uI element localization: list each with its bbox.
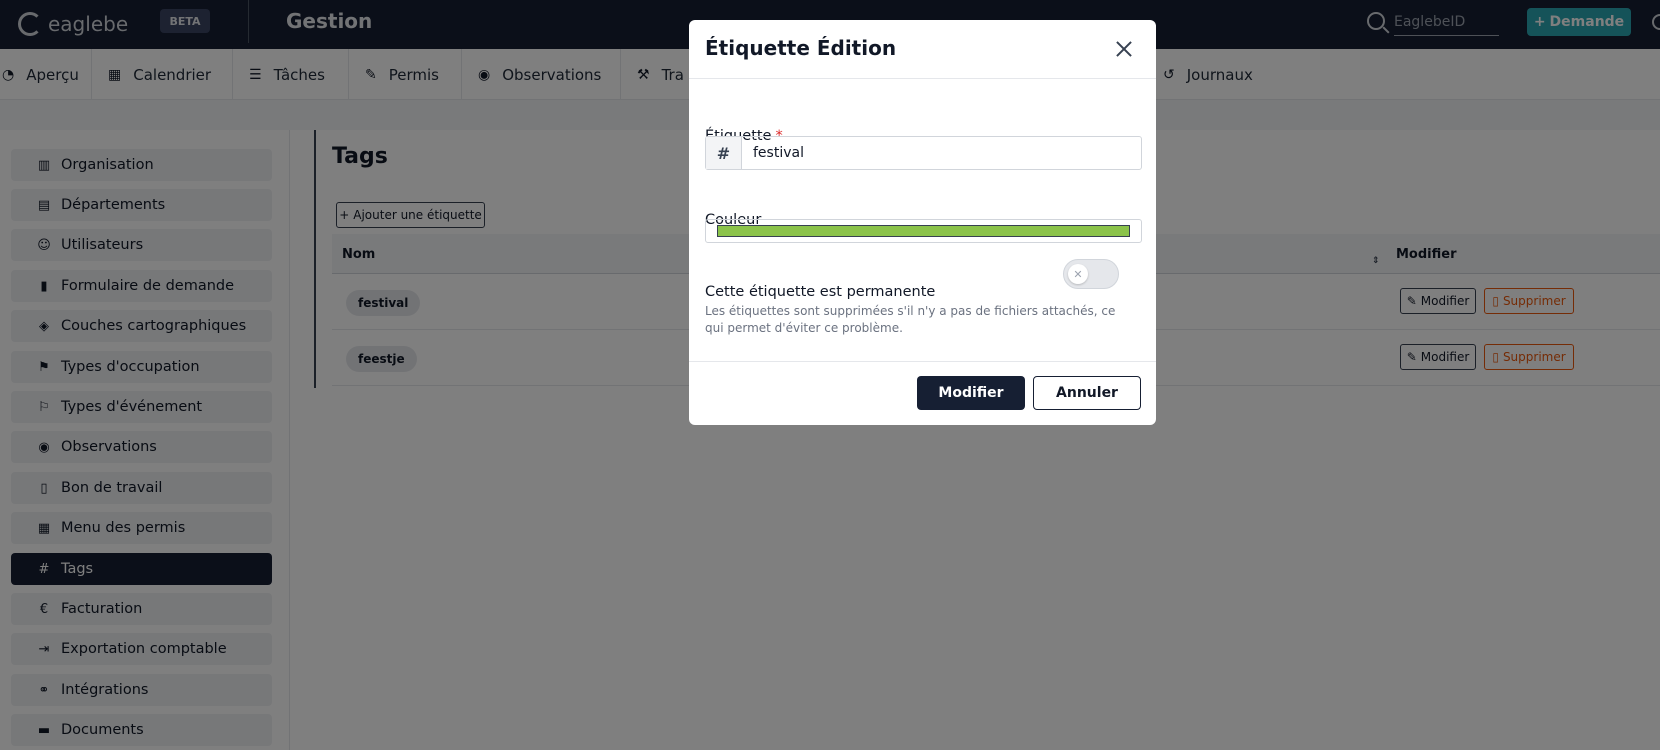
help-text: Les étiquettes sont supprimées s'il n'y …	[705, 304, 1116, 335]
tag-input-group: #	[705, 136, 1142, 170]
modal-title: Étiquette Édition	[705, 36, 897, 60]
hashtag-icon: #	[706, 137, 742, 169]
tag-name-input[interactable]	[742, 137, 1141, 169]
edit-tag-modal: Étiquette Édition Étiquette* # Couleur C…	[689, 20, 1156, 425]
cancel-button[interactable]: Annuler	[1033, 376, 1141, 410]
color-swatch	[717, 225, 1130, 237]
color-picker[interactable]	[705, 219, 1142, 243]
permanent-label: Cette étiquette est permanente	[705, 284, 936, 300]
modal-footer-divider	[689, 361, 1156, 362]
toggle-knob: ✕	[1068, 264, 1088, 284]
permanent-toggle[interactable]: ✕	[1063, 259, 1119, 289]
submit-modify-button[interactable]: Modifier	[917, 376, 1025, 410]
x-icon: ✕	[1073, 267, 1083, 281]
modal-header: Étiquette Édition	[689, 20, 1156, 79]
close-icon[interactable]	[1113, 38, 1135, 60]
